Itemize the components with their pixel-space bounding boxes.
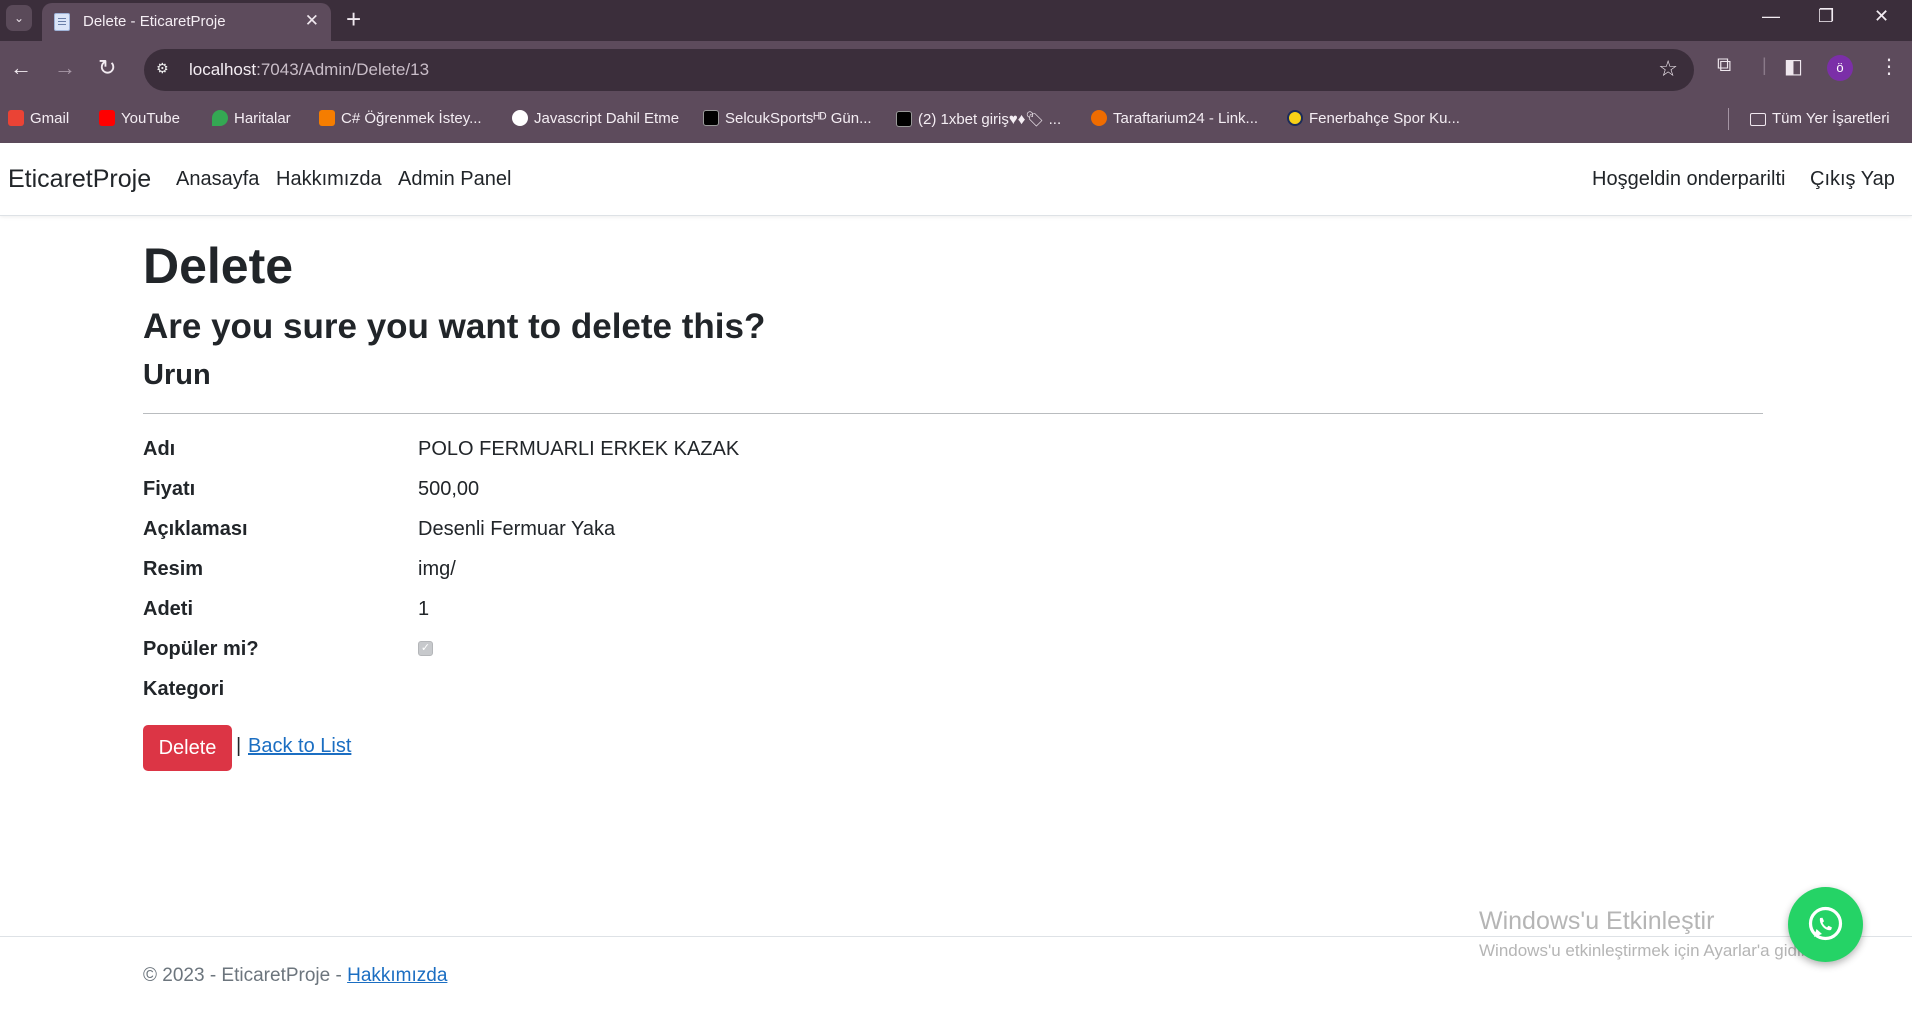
tab-title: Delete - EticaretProje [83,13,226,30]
gmail-icon [8,110,24,126]
bookmark-csharp[interactable]: C# Öğrenmek İstey... [319,110,482,127]
maps-icon [212,110,228,126]
field-value-resim: img/ [418,558,456,580]
field-value-aciklamasi: Desenli Fermuar Yaka [418,518,616,540]
bookmark-star-icon[interactable]: ☆ [1658,56,1678,82]
field-value-fiyati: 500,00 [418,478,480,500]
field-label-populer: Popüler mi? [143,638,259,660]
footer-link-hakkimizda[interactable]: Hakkımızda [347,965,447,986]
nav-link-admin-panel[interactable]: Admin Panel [398,168,511,191]
field-label-resim: Resim [143,558,204,580]
extensions-icon[interactable]: ⧉ [1717,54,1731,77]
nav-link-hakkimizda[interactable]: Hakkımızda [276,168,382,191]
bookmark-gmail[interactable]: Gmail [8,110,69,127]
field-label-aciklamasi: Açıklaması [143,518,248,540]
url-text[interactable]: localhost:7043/Admin/Delete/13 [189,60,429,80]
page-favicon-icon [54,13,70,31]
address-bar[interactable]: ⚙ localhost:7043/Admin/Delete/13 ☆ [144,49,1694,91]
page-title: Delete [143,238,294,294]
profile-avatar[interactable]: ö [1827,55,1853,81]
whatsapp-icon [1808,906,1843,941]
toolbar-divider: | [1762,55,1767,75]
activation-watermark-subtitle: Windows'u etkinleştirmek için Ayarlar'a … [1479,941,1815,960]
folder-icon [1750,113,1766,126]
restore-window-icon[interactable]: ❐ [1818,6,1834,27]
fenerbahce-icon [1287,110,1303,126]
confirm-question: Are you sure you want to delete this? [143,307,766,346]
all-bookmarks[interactable]: Tüm Yer İşaretleri [1750,110,1890,127]
globe-icon [512,110,528,126]
field-value-adeti: 1 [418,598,430,620]
divider [143,413,1763,414]
forward-arrow-icon[interactable]: → [54,56,76,80]
nav-link-anasayfa[interactable]: Anasayfa [176,168,259,191]
nav-greeting[interactable]: Hoşgeldin onderparilti [1592,168,1785,191]
blogger-icon [319,110,335,126]
bookmark-youtube[interactable]: YouTube [99,110,180,127]
field-label-adeti: Adeti [143,598,193,620]
footer-divider [0,936,1912,937]
tab-search-icon[interactable]: ⌄ [6,5,32,31]
close-window-icon[interactable]: ✕ [1874,6,1889,27]
navbar-brand[interactable]: EticaretProje [8,165,151,194]
footer: © 2023 - EticaretProje - Hakkımızda [143,965,447,987]
back-arrow-icon[interactable]: ← [10,56,32,80]
site-info-icon[interactable]: ⚙ [156,60,178,80]
field-label-fiyati: Fiyatı [143,478,196,500]
youtube-icon [99,110,115,126]
browser-tabbar: ⌄ Delete - EticaretProje ✕ + — ❐ ✕ [0,0,1912,41]
bookmark-taraftarium[interactable]: Taraftarium24 - Link... [1091,110,1258,127]
field-label-adi: Adı [143,438,176,460]
browser-toolbar: ← → ↻ ⚙ localhost:7043/Admin/Delete/13 ☆… [0,41,1912,98]
delete-button[interactable]: Delete [143,725,232,771]
entity-heading: Urun [143,359,211,391]
field-label-kategori: Kategori [143,678,225,700]
back-to-list-link[interactable]: Back to List [248,735,351,758]
side-panel-icon[interactable]: ◧ [1784,54,1803,79]
taraftarium-icon [1091,110,1107,126]
site-navbar: EticaretProje Anasayfa Hakkımızda Admin … [0,143,1912,216]
bookmark-fenerbahce[interactable]: Fenerbahçe Spor Ku... [1287,110,1460,127]
whatsapp-button[interactable] [1788,887,1863,962]
bookmark-haritalar[interactable]: Haritalar [212,110,291,127]
browser-tab-active[interactable]: Delete - EticaretProje ✕ [42,3,331,41]
bookmark-1xbet[interactable]: (2) 1xbet giriş♥♦🏷 ... [896,110,1061,128]
minimize-window-icon[interactable]: — [1762,6,1780,27]
field-value-adi: POLO FERMUARLI ERKEK KAZAK [418,438,740,460]
bookmark-selcuksports[interactable]: SelcukSportsᴴᴰ Gün... [703,110,872,127]
nav-logout[interactable]: Çıkış Yap [1810,168,1895,191]
bookmark-javascript[interactable]: Javascript Dahil Etme [512,110,679,127]
bookmarks-bar: Gmail YouTube Haritalar C# Öğrenmek İste… [0,98,1912,143]
action-separator: | [236,735,242,757]
x-logo-icon [703,110,719,126]
reload-icon[interactable]: ↻ [98,56,116,80]
populer-checkbox: ✓ [418,641,433,656]
activation-watermark-title: Windows'u Etkinleştir [1479,907,1715,935]
new-tab-icon[interactable]: + [346,4,361,35]
x-logo-icon [896,111,912,127]
browser-menu-icon[interactable]: ⋮ [1879,54,1899,79]
bookmarks-divider [1728,108,1729,130]
footer-text: © 2023 - EticaretProje - [143,965,348,986]
close-tab-icon[interactable]: ✕ [305,11,319,31]
